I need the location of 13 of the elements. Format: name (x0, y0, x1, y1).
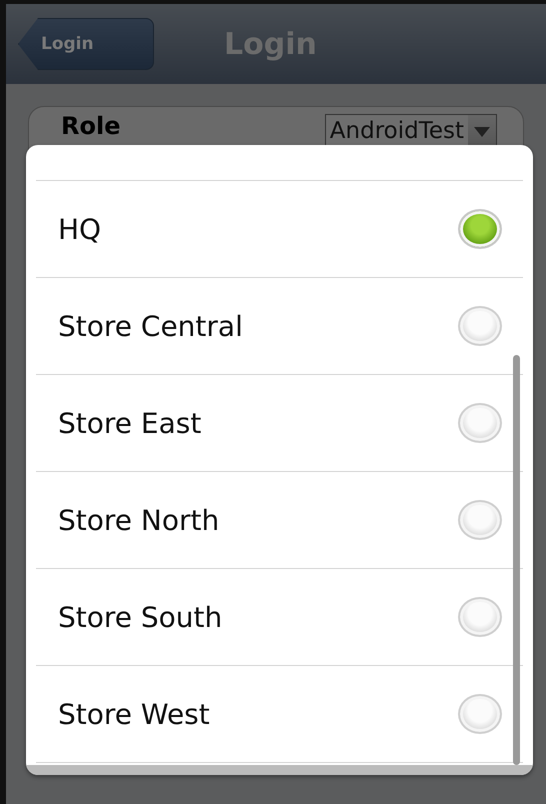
radio-button[interactable] (458, 306, 502, 346)
option-row[interactable]: HQ (36, 181, 523, 278)
scrollbar[interactable] (513, 355, 520, 765)
radio-button[interactable] (458, 209, 502, 249)
radio-button[interactable] (458, 403, 502, 443)
option-row[interactable]: Store Central (36, 278, 523, 375)
role-dropdown[interactable]: AndroidTest (324, 114, 497, 148)
role-label: Role (61, 112, 120, 140)
radio-button[interactable] (458, 500, 502, 540)
screen-title: Login (224, 26, 317, 62)
caret-icon (468, 115, 496, 147)
radio-button[interactable] (458, 694, 502, 734)
radio-button[interactable] (458, 597, 502, 637)
